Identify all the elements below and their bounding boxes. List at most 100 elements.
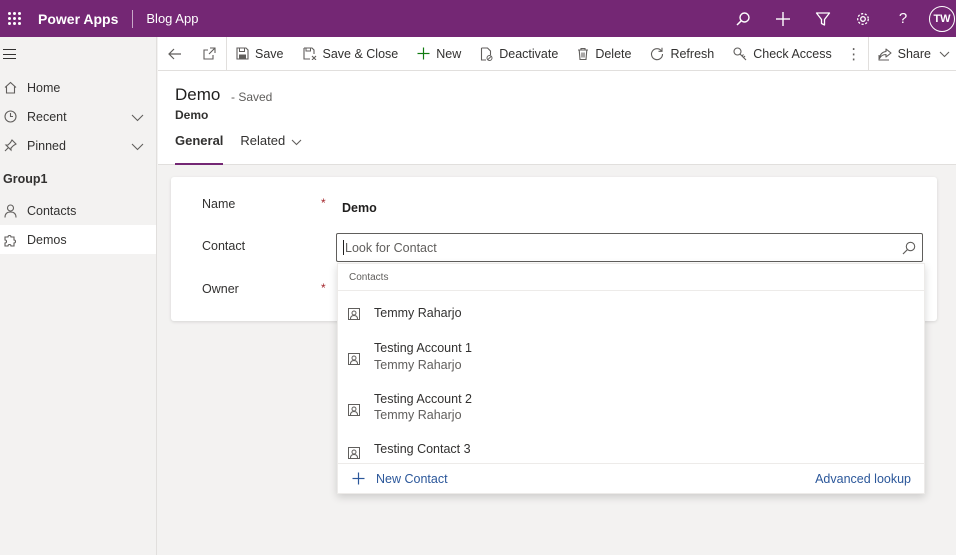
sidebar-item-label: Recent [27,109,67,124]
save-close-label: Save & Close [322,46,399,61]
required-marker: * [321,281,326,295]
entity-name: Demo [175,108,209,122]
sidebar-item-recent[interactable]: Recent [0,102,156,131]
tab-list: General Related [175,133,319,165]
app-name[interactable]: Blog App [146,11,198,26]
share-label: Share [897,47,931,61]
refresh-button[interactable]: Refresh [641,37,724,71]
sidebar-item-label: Contacts [27,203,77,218]
name-field-label: Name [202,197,236,211]
result-primary-text: Testing Account 1 [374,341,472,355]
share-icon [878,47,892,61]
gear-icon[interactable] [843,0,883,37]
deactivate-label: Deactivate [499,46,559,61]
hamburger-icon [3,49,16,59]
back-button[interactable] [158,37,192,71]
chevron-down-icon[interactable] [131,111,144,125]
contact-record-icon [348,352,360,368]
chevron-down-icon[interactable] [131,140,144,154]
result-primary-text: Testing Account 2 [374,392,472,406]
puzzle-icon [3,233,17,247]
new-button[interactable]: New [408,37,471,71]
app-launcher-icon[interactable] [3,8,25,30]
result-secondary-text: Temmy Raharjo [374,408,462,422]
trash-icon [577,47,589,60]
text-cursor [343,240,344,255]
contact-lookup-field[interactable] [336,233,923,262]
sidebar-item-demos[interactable]: Demos [0,225,156,254]
record-header: Demo - Saved Demo General Related [158,71,956,165]
contact-field-label: Contact [202,239,246,253]
command-bar: Save Save & Close New Deactivate Delete … [158,36,956,71]
lookup-result-item[interactable]: Testing Account 1 Temmy Raharjo [338,334,924,385]
search-icon[interactable] [896,241,922,255]
check-access-button[interactable]: Check Access [724,37,842,71]
results-group-header: Contacts [338,264,924,291]
pin-icon [3,139,17,152]
save-close-icon [302,47,317,60]
new-label: New [436,46,462,61]
save-status: - Saved [231,90,273,104]
divider [132,9,134,28]
page-title: Demo [175,85,221,104]
save-and-close-button[interactable]: Save & Close [294,37,409,71]
deactivate-button[interactable]: Deactivate [471,37,568,71]
lookup-result-item[interactable]: Testing Contact 3 [338,436,924,464]
search-icon[interactable] [723,0,763,37]
clock-icon [3,110,17,123]
contact-search-input[interactable] [345,240,896,255]
sidebar-item-pinned[interactable]: Pinned [0,131,156,160]
delete-label: Delete [595,46,632,61]
sidebar-item-label: Home [27,80,61,95]
person-icon [3,203,17,218]
refresh-label: Refresh [670,46,715,61]
advanced-lookup-link[interactable]: Advanced lookup [815,472,911,486]
sidebar-group-label: Group1 [3,172,48,186]
share-button[interactable]: Share [867,37,956,71]
deactivate-icon [480,46,493,61]
plus-icon[interactable] [763,0,803,37]
menu-toggle[interactable] [0,37,156,71]
sidebar-item-label: Pinned [27,138,66,153]
tab-general[interactable]: General [175,133,224,165]
owner-field-label: Owner [202,282,239,296]
avatar[interactable]: TW [929,5,955,32]
sidebar-item-home[interactable]: Home [0,73,156,102]
tab-label: General [175,133,224,148]
sidebar: Home Recent Pinned Group1 Contacts Demos [0,37,157,555]
result-primary-text: Temmy Raharjo [374,306,462,320]
lookup-footer: New Contact Advanced lookup [338,463,924,493]
delete-button[interactable]: Delete [568,37,641,71]
save-button[interactable]: Save [227,37,294,71]
contact-record-icon [348,403,360,419]
result-secondary-text: Temmy Raharjo [374,358,462,372]
top-actions: ? TW [723,0,956,37]
plus-icon [352,472,365,485]
contact-record-icon [348,446,360,462]
lookup-result-item[interactable]: Temmy Raharjo [338,292,924,334]
result-primary-text: Testing Contact 3 [374,442,471,456]
check-access-label: Check Access [753,46,832,61]
lookup-results-dropdown: Contacts Temmy Raharjo Testing Account 1… [337,263,925,494]
top-bar: Power Apps Blog App ? TW [0,0,956,37]
chevron-down-icon [291,134,302,149]
sidebar-item-contacts[interactable]: Contacts [0,196,156,225]
tab-related[interactable]: Related [240,133,302,165]
filter-icon[interactable] [803,0,843,37]
new-contact-label: New Contact [376,471,448,486]
save-label: Save [255,46,284,61]
help-icon[interactable]: ? [883,0,923,37]
name-field-value[interactable]: Demo [342,201,377,215]
required-marker: * [321,196,326,210]
refresh-icon [650,47,664,61]
chevron-down-icon [939,51,950,58]
plus-icon [417,47,430,60]
more-commands-icon[interactable]: ⋮ [842,45,866,63]
save-icon [236,47,249,60]
sidebar-item-label: Demos [27,232,67,247]
contact-record-icon [348,307,360,323]
new-contact-button[interactable]: New Contact [352,472,448,486]
brand-title[interactable]: Power Apps [38,11,118,27]
lookup-result-item[interactable]: Testing Account 2 Temmy Raharjo [338,385,924,436]
open-in-new-window-button[interactable] [192,37,226,71]
